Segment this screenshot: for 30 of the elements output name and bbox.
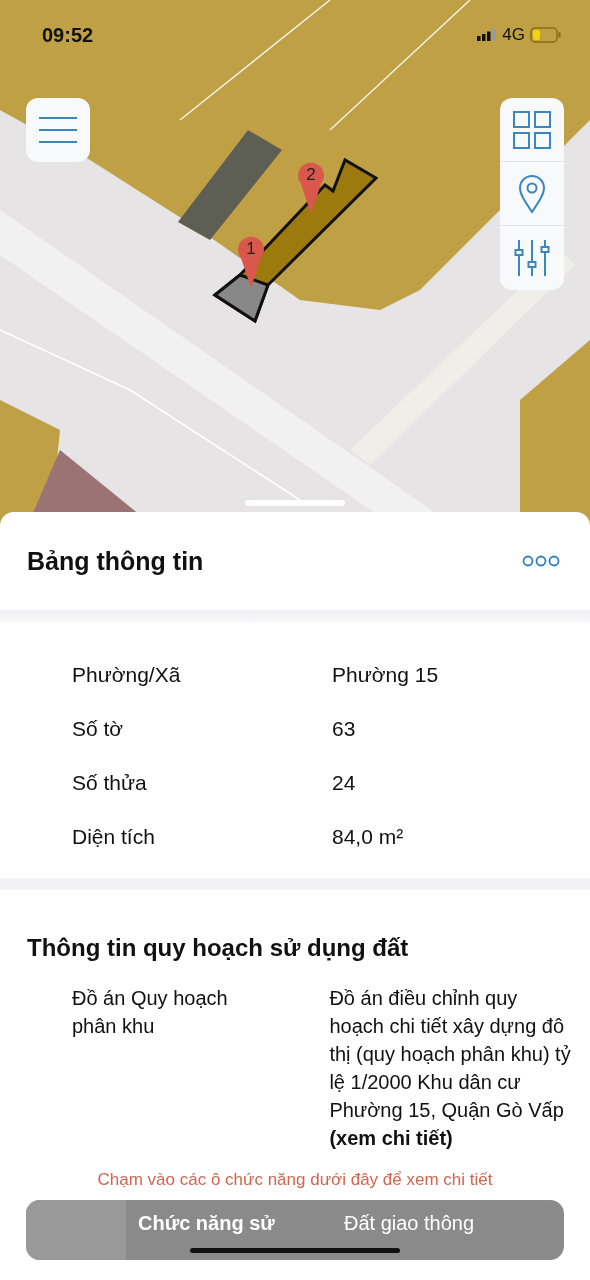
- map-marker[interactable]: 2: [296, 160, 326, 214]
- section-title: Thông tin quy hoạch sử dụng đất: [26, 933, 410, 963]
- field-label: Đồ án Quy hoạch phân khu: [72, 986, 229, 1039]
- function-label: Chức năng sử: [138, 1212, 276, 1235]
- field-label: Số tờ: [72, 717, 125, 741]
- field-value: Phường 15: [332, 663, 439, 687]
- function-value: Đất giao thông: [344, 1212, 475, 1235]
- battery-icon: [530, 27, 562, 43]
- field-value: 24: [332, 771, 356, 795]
- grid-icon: [513, 110, 551, 149]
- menu-icon: [38, 116, 78, 144]
- details-link[interactable]: (xem chi tiết): [329, 1127, 453, 1149]
- map-marker[interactable]: 1: [236, 234, 266, 288]
- field-value: Đồ án điều chỉnh quy hoạch chi tiết xây dựng đô thị (quy hoạch phân khu) tỷ lệ 1/2000 Khu dân cư Phường 15, Quận Gò Vấp (xem chi tiết): [329, 986, 572, 1151]
- more-icon[interactable]: [522, 555, 560, 567]
- location-pin-icon: [518, 173, 546, 214]
- field-value: 84,0 m²: [332, 825, 404, 849]
- panel-title: Bảng thông tin: [27, 546, 204, 576]
- signal-icon: [477, 29, 498, 41]
- sliders-icon: [514, 238, 550, 278]
- status-time: 09:52: [42, 23, 94, 47]
- menu-button[interactable]: [26, 98, 90, 162]
- field-label: Phường/Xã: [72, 663, 182, 687]
- field-label: Diện tích: [72, 825, 156, 849]
- hint-text: Chạm vào các ô chức năng dưới đây để xem chi tiết: [96, 1170, 494, 1190]
- function-card[interactable]: Chức năng sử Đất giao thông: [26, 1200, 564, 1260]
- field-value: 63: [332, 717, 356, 741]
- network-label: 4G: [502, 25, 525, 45]
- field-label: Số thửa: [72, 771, 148, 795]
- drag-handle[interactable]: [245, 500, 345, 506]
